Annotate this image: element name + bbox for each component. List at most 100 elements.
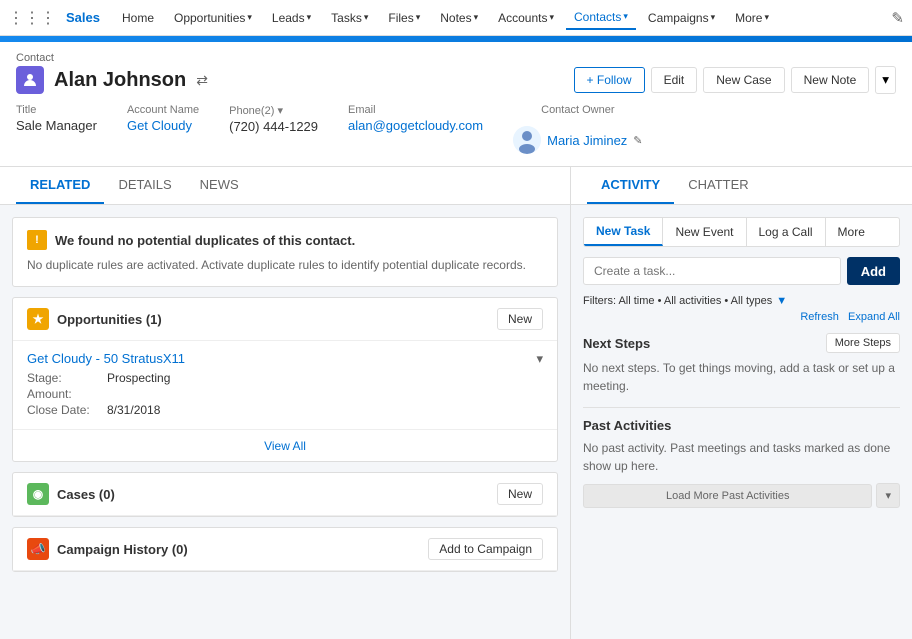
edit-button[interactable]: Edit	[651, 67, 698, 93]
email-link[interactable]: alan@gogetcloudy.com	[348, 118, 483, 133]
field-phone: Phone(2) ▾ (720) 444-1229	[229, 104, 318, 134]
phone-dropdown-icon[interactable]: ▾	[277, 105, 283, 117]
chevron-icon: ▾	[474, 12, 479, 23]
nav-contacts[interactable]: Contacts ▾	[566, 6, 636, 30]
opportunities-icon: ★	[27, 308, 49, 330]
nav-more[interactable]: More ▾	[727, 7, 777, 29]
duplicate-notice: ! We found no potential duplicates of th…	[12, 217, 558, 287]
nav-accounts[interactable]: Accounts ▾	[490, 7, 562, 29]
cases-title: Cases (0)	[57, 487, 115, 502]
activity-button-row: New Task New Event Log a Call More	[583, 217, 900, 247]
filters-row: Filters: All time • All activities • All…	[583, 295, 900, 307]
nav-campaigns[interactable]: Campaigns ▾	[640, 7, 723, 29]
right-panel: ACTIVITY CHATTER New Task New Event Log …	[570, 167, 912, 639]
opportunity-dropdown-icon[interactable]: ▾	[536, 351, 543, 367]
refresh-row: Refresh Expand All	[583, 311, 900, 323]
opportunity-link[interactable]: Get Cloudy - 50 StratusX11	[27, 351, 185, 366]
add-to-campaign-button[interactable]: Add to Campaign	[428, 538, 543, 560]
campaign-icon: 📣	[27, 538, 49, 560]
chevron-icon: ▾	[549, 12, 554, 23]
grid-icon[interactable]: ⋮⋮⋮	[8, 8, 56, 28]
merge-icon[interactable]: ⇄	[196, 72, 208, 89]
right-tab-bar: ACTIVITY CHATTER	[571, 167, 912, 205]
nav-tasks[interactable]: Tasks ▾	[323, 7, 376, 29]
field-account: Account Name Get Cloudy	[127, 104, 199, 133]
opportunities-section: ★ Opportunities (1) New Get Cloudy - 50 …	[12, 297, 558, 462]
more-steps-button[interactable]: More Steps	[826, 333, 900, 353]
load-more-button[interactable]: Load More Past Activities	[583, 484, 872, 508]
nav-opportunities[interactable]: Opportunities ▾	[166, 7, 260, 29]
contact-type-icon	[16, 66, 44, 94]
account-link[interactable]: Get Cloudy	[127, 118, 199, 133]
follow-button[interactable]: + Follow	[574, 67, 645, 93]
tab-chatter[interactable]: CHATTER	[674, 167, 762, 204]
nav-notes[interactable]: Notes ▾	[432, 7, 486, 29]
duplicate-body: No duplicate rules are activated. Activa…	[27, 256, 543, 274]
opportunity-details: Stage: Prospecting Amount: Close Date: 8…	[27, 371, 543, 417]
nav-home[interactable]: Home	[114, 7, 162, 29]
refresh-link[interactable]: Refresh	[800, 311, 839, 323]
top-navigation: ⋮⋮⋮ Sales Home Opportunities ▾ Leads ▾ T…	[0, 0, 912, 36]
cases-header: ◉ Cases (0) New	[13, 473, 557, 516]
left-content: ! We found no potential duplicates of th…	[0, 205, 570, 584]
owner-link[interactable]: Maria Jiminez	[547, 133, 627, 148]
tab-related[interactable]: RELATED	[16, 167, 104, 204]
chevron-icon: ▾	[247, 12, 252, 23]
cases-icon: ◉	[27, 483, 49, 505]
nav-leads[interactable]: Leads ▾	[264, 7, 319, 29]
breadcrumb: Contact	[16, 52, 896, 64]
chevron-icon: ▾	[623, 11, 628, 22]
opportunities-title: Opportunities (1)	[57, 312, 162, 327]
activity-divider	[583, 407, 900, 408]
chevron-icon: ▾	[416, 12, 421, 23]
tab-activity[interactable]: ACTIVITY	[587, 167, 674, 204]
past-activities-empty: No past activity. Past meetings and task…	[583, 439, 900, 475]
amount-label: Amount:	[27, 387, 107, 401]
campaign-history-header: 📣 Campaign History (0) Add to Campaign	[13, 528, 557, 571]
field-owner: Contact Owner Maria Jiminez ✎	[513, 104, 642, 154]
left-panel: RELATED DETAILS NEWS ! We found no poten…	[0, 167, 570, 639]
campaign-history-section: 📣 Campaign History (0) Add to Campaign	[12, 527, 558, 572]
owner-edit-icon[interactable]: ✎	[633, 134, 642, 147]
close-date-value: 8/31/2018	[107, 403, 160, 417]
task-input[interactable]	[583, 257, 841, 285]
new-note-button[interactable]: New Note	[791, 67, 870, 93]
campaign-title: Campaign History (0)	[57, 542, 188, 557]
actions-dropdown-button[interactable]: ▾	[875, 66, 896, 94]
opportunities-body: Get Cloudy - 50 StratusX11 ▾ Stage: Pros…	[13, 341, 557, 429]
chevron-icon: ▾	[364, 12, 369, 23]
chevron-icon: ▾	[711, 12, 716, 23]
left-tab-bar: RELATED DETAILS NEWS	[0, 167, 570, 205]
tab-news[interactable]: NEWS	[186, 167, 253, 204]
new-event-button[interactable]: New Event	[663, 218, 746, 246]
cases-new-button[interactable]: New	[497, 483, 543, 505]
add-task-button[interactable]: Add	[847, 257, 900, 285]
filter-funnel-icon[interactable]: ▼	[776, 295, 787, 307]
main-content: RELATED DETAILS NEWS ! We found no poten…	[0, 167, 912, 639]
next-steps-title: Next Steps	[583, 336, 650, 351]
log-call-button[interactable]: Log a Call	[747, 218, 826, 246]
view-all-link[interactable]: View All	[264, 439, 306, 453]
close-date-label: Close Date:	[27, 403, 107, 417]
contact-action-buttons: + Follow Edit New Case New Note ▾	[574, 66, 896, 94]
duplicate-title: We found no potential duplicates of this…	[55, 233, 355, 248]
opportunities-new-button[interactable]: New	[497, 308, 543, 330]
nav-files[interactable]: Files ▾	[380, 7, 428, 29]
edit-nav-icon[interactable]: ✎	[891, 9, 904, 27]
stage-value: Prospecting	[107, 371, 170, 385]
new-task-button[interactable]: New Task	[584, 218, 663, 246]
app-name[interactable]: Sales	[66, 10, 100, 25]
expand-all-link[interactable]: Expand All	[848, 311, 900, 323]
contact-name: Alan Johnson	[54, 69, 186, 92]
new-case-button[interactable]: New Case	[703, 67, 784, 93]
contact-header: Contact Alan Johnson ⇄ + Follow Edit New…	[0, 42, 912, 167]
right-content: New Task New Event Log a Call More Add F…	[571, 205, 912, 526]
more-activity-button[interactable]: More	[826, 218, 877, 246]
tab-details[interactable]: DETAILS	[104, 167, 185, 204]
past-activities-section: Past Activities No past activity. Past m…	[583, 418, 900, 508]
field-email: Email alan@gogetcloudy.com	[348, 104, 483, 133]
cases-section: ◉ Cases (0) New	[12, 472, 558, 517]
contact-fields: Title Sale Manager Account Name Get Clou…	[16, 104, 896, 154]
chevron-icon: ▾	[764, 12, 769, 23]
load-more-dropdown-button[interactable]: ▾	[876, 483, 900, 508]
